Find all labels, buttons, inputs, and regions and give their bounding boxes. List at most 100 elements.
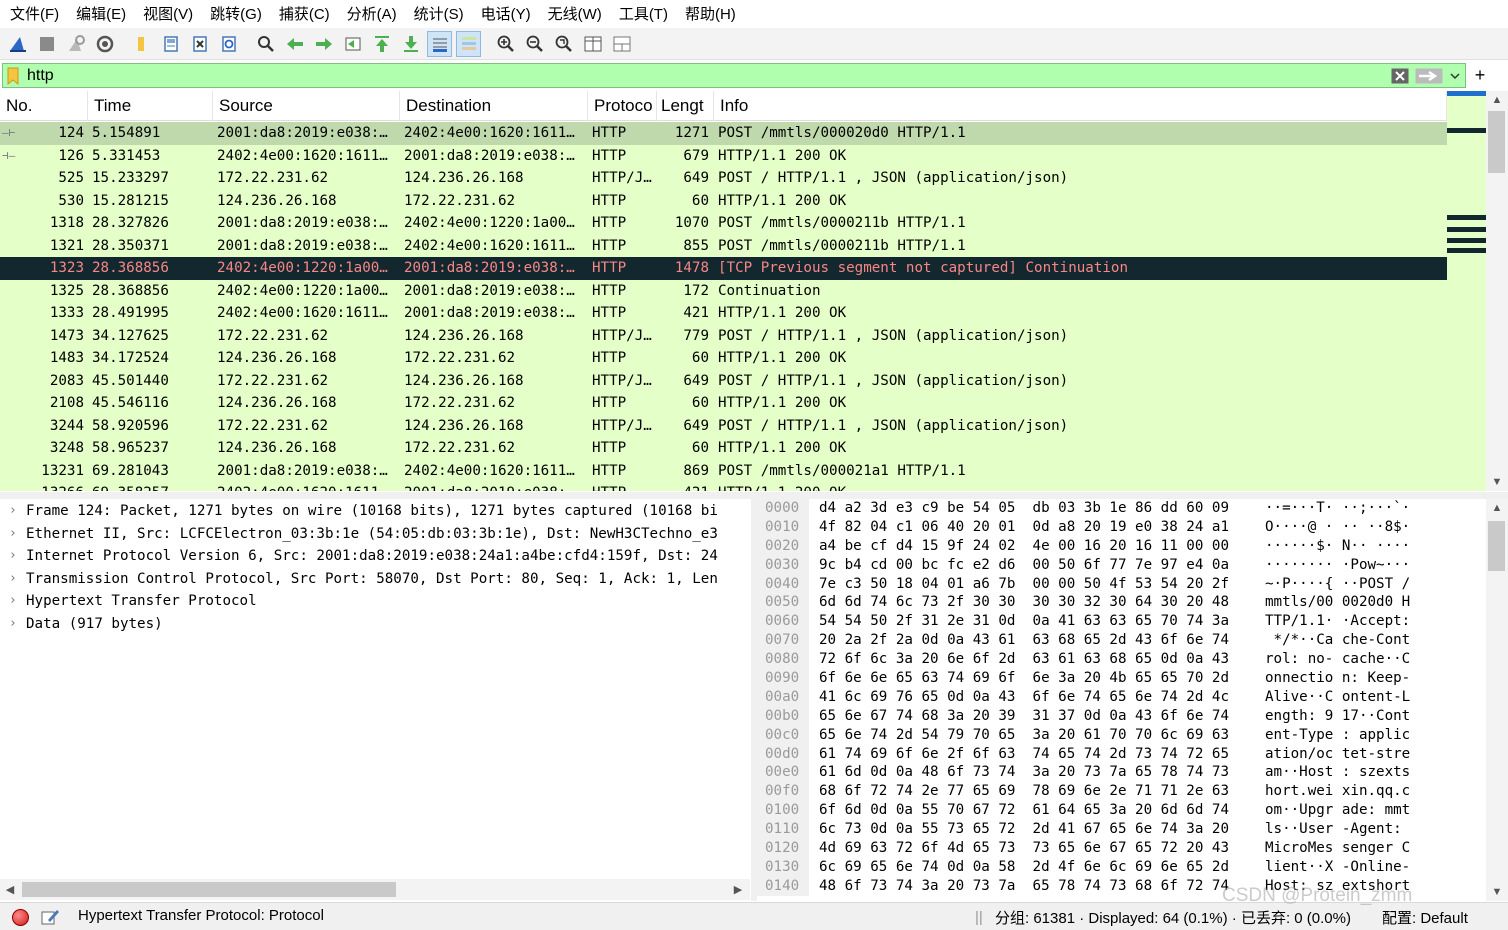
menu-item[interactable]: 帮助(H): [679, 3, 742, 24]
zoom-in-icon[interactable]: [493, 31, 518, 57]
hex-row[interactable]: 0020 a4 be cf d4 15 9f 24 02 4e 00 16 20 …: [757, 536, 1486, 556]
autoscroll-icon[interactable]: [427, 30, 452, 57]
hex-row[interactable]: 0040 7e c3 50 18 04 01 a6 7b 00 00 50 4f …: [757, 574, 1486, 594]
go-forward-icon[interactable]: [311, 31, 336, 57]
column-header-length[interactable]: Lengt: [657, 91, 714, 121]
scroll-down-icon[interactable]: ▼: [1486, 473, 1508, 491]
packet-row[interactable]: 2083 45.501440 172.22.231.62 124.236.26.168…: [0, 369, 1447, 392]
menu-item[interactable]: 电话(Y): [475, 3, 537, 24]
expand-chevron-icon[interactable]: ›: [0, 590, 26, 613]
packet-row[interactable]: 1473 34.127625 172.22.231.62 124.236.26.168…: [0, 324, 1447, 347]
packet-row[interactable]: 530 15.281215 124.236.26.168 172.22.231.62 H…: [0, 189, 1447, 212]
scrollbar-thumb[interactable]: [1488, 111, 1505, 173]
detail-tree-item[interactable]: › Data (917 bytes): [0, 613, 750, 636]
reload-file-icon[interactable]: [216, 31, 241, 57]
column-header-info[interactable]: Info: [714, 91, 1447, 121]
file-save-icon[interactable]: [158, 31, 183, 57]
hex-row[interactable]: 0120 4d 69 63 72 6f 4d 65 73 73 65 6e 67 …: [757, 839, 1486, 858]
menu-item[interactable]: 无线(W): [542, 3, 608, 24]
expert-info-icon[interactable]: [12, 909, 29, 926]
hex-row[interactable]: 00e0 61 6d 0d 0a 48 6f 73 74 3a 20 73 7a …: [757, 763, 1486, 783]
display-filter-input[interactable]: [23, 64, 1387, 87]
menu-item[interactable]: 跳转(G): [204, 3, 268, 24]
scrollbar-thumb[interactable]: [22, 882, 396, 897]
detail-tree-item[interactable]: › Hypertext Transfer Protocol: [0, 590, 750, 613]
go-to-packet-icon[interactable]: [340, 31, 365, 57]
column-header-source[interactable]: Source: [213, 91, 400, 121]
scroll-left-icon[interactable]: ◀: [1, 881, 19, 898]
column-header-protocol[interactable]: Protoco: [588, 91, 657, 121]
packet-row[interactable]: 525 15.233297 172.22.231.62 124.236.26.168 H…: [0, 167, 1447, 190]
menu-item[interactable]: 编辑(E): [70, 3, 132, 24]
packet-minimap[interactable]: [1447, 91, 1486, 491]
expand-chevron-icon[interactable]: ›: [0, 613, 26, 636]
column-header-no[interactable]: No.: [0, 91, 88, 121]
packet-row[interactable]: 1318 28.327826 2001:da8:2019:e038:… 2402:4e…: [0, 212, 1447, 235]
status-profile[interactable]: 配置: Default: [1382, 907, 1468, 928]
shark-fin-start-icon[interactable]: [5, 31, 30, 57]
detail-tree-item[interactable]: › Transmission Control Protocol, Src Port…: [0, 568, 750, 591]
find-packet-icon[interactable]: [253, 31, 278, 57]
go-back-icon[interactable]: [282, 31, 307, 57]
colorize-icon[interactable]: [456, 30, 481, 57]
packet-row[interactable]: 3244 58.920596 172.22.231.62 124.236.26.168…: [0, 414, 1447, 437]
packet-row[interactable]: 3248 58.965237 124.236.26.168 172.22.231.62…: [0, 437, 1447, 460]
hex-row[interactable]: 0030 9c b4 cd 00 bc fc e2 d6 00 50 6f 77 …: [757, 555, 1486, 575]
expand-chevron-icon[interactable]: ›: [0, 568, 26, 591]
packet-row[interactable]: 13231 69.281043 2001:da8:2019:e038:… 2402:4…: [0, 459, 1447, 482]
expand-chevron-icon[interactable]: ›: [0, 545, 26, 568]
hex-row[interactable]: 0000 d4 a2 3d e3 c9 be 54 05 db 03 3b 1e …: [757, 499, 1486, 518]
apply-filter-arrow-icon[interactable]: [1413, 64, 1445, 87]
add-filter-button-icon[interactable]: +: [1470, 64, 1490, 87]
menu-item[interactable]: 统计(S): [408, 3, 470, 24]
packet-row[interactable]: 2108 45.546116 124.236.26.168 172.22.231.62…: [0, 392, 1447, 415]
layout-icon[interactable]: [609, 31, 634, 57]
hex-row[interactable]: 0090 6f 6e 6e 65 63 74 69 6f 6e 3a 20 4b …: [757, 669, 1486, 688]
detail-tree-item[interactable]: › Frame 124: Packet, 1271 bytes on wire (…: [0, 500, 750, 523]
hex-row[interactable]: 0140 48 6f 73 74 3a 20 73 7a 65 78 74 73 …: [757, 876, 1486, 896]
packet-row[interactable]: 1325 28.368856 2402:4e00:1220:1a00… 2001:da…: [0, 279, 1447, 302]
packet-row[interactable]: 1333 28.491995 2402:4e00:1620:1611… 2001:da…: [0, 302, 1447, 325]
packet-row[interactable]: 1323 28.368856 2402:4e00:1220:1a00… 2001:da…: [0, 257, 1447, 280]
packet-row[interactable]: 1321 28.350371 2001:da8:2019:e038:… 2402:4e…: [0, 234, 1447, 257]
details-horizontal-scrollbar[interactable]: ◀ ▶: [0, 879, 750, 900]
zoom-reset-icon[interactable]: [551, 31, 576, 57]
capture-options-icon[interactable]: [92, 31, 117, 57]
stop-capture-icon[interactable]: [34, 31, 59, 57]
pane-splitter[interactable]: [0, 492, 1508, 499]
restart-capture-icon[interactable]: [63, 31, 88, 57]
menu-item[interactable]: 捕获(C): [273, 3, 336, 24]
hex-row[interactable]: 00a0 41 6c 69 76 65 0d 0a 43 6f 6e 74 65 …: [757, 687, 1486, 707]
hex-row[interactable]: 0060 54 54 50 2f 31 2e 31 0d 0a 41 63 63 …: [757, 612, 1486, 632]
go-first-icon[interactable]: [369, 31, 394, 57]
chevron-down-icon[interactable]: [1445, 64, 1465, 87]
column-header-time[interactable]: Time: [88, 91, 213, 121]
scroll-down-icon[interactable]: ▼: [1486, 883, 1508, 901]
detail-tree-item[interactable]: › Ethernet II, Src: LCFCElectron_03:3b:1e…: [0, 523, 750, 546]
scrollbar-thumb[interactable]: [1488, 521, 1505, 571]
packet-row[interactable]: ⊣— 126 5.331453 2402:4e00:1620:1611… 2001:da…: [0, 144, 1447, 167]
bookmark-icon[interactable]: [3, 64, 23, 87]
open-file-icon[interactable]: [129, 31, 154, 57]
zoom-out-icon[interactable]: [522, 31, 547, 57]
edit-comment-icon[interactable]: [40, 907, 60, 927]
packet-row[interactable]: —⊢ 124 5.154891 2001:da8:2019:e038:… 2402:4e…: [0, 122, 1447, 145]
hex-row[interactable]: 00c0 65 6e 74 2d 54 79 70 65 3a 20 61 70 …: [757, 725, 1486, 745]
packet-row[interactable]: 1483 34.172524 124.236.26.168 172.22.231.62…: [0, 347, 1447, 370]
packet-row[interactable]: 1326669.3582572402:4e00:1620:1611…2001:d…: [0, 482, 1447, 491]
go-last-icon[interactable]: [398, 31, 423, 57]
expand-chevron-icon[interactable]: ›: [0, 523, 26, 546]
menu-item[interactable]: 分析(A): [341, 3, 403, 24]
expand-chevron-icon[interactable]: ›: [0, 500, 26, 523]
menu-item[interactable]: 工具(T): [613, 3, 674, 24]
hex-row[interactable]: 00d0 61 74 69 6f 6e 2f 6f 63 74 65 74 2d …: [757, 744, 1486, 764]
clear-filter-icon[interactable]: [1387, 64, 1413, 87]
hex-row[interactable]: 0010 4f 82 04 c1 06 40 20 01 0d a8 20 19 …: [757, 517, 1486, 537]
hex-row[interactable]: 0070 20 2a 2f 2a 0d 0a 43 61 63 68 65 2d …: [757, 631, 1486, 651]
hex-row[interactable]: 0130 6c 69 65 6e 74 0d 0a 58 2d 4f 6e 6c …: [757, 857, 1486, 877]
menu-item[interactable]: 视图(V): [137, 3, 199, 24]
hex-row[interactable]: 0110 6c 73 0d 0a 55 73 65 72 2d 41 67 65 …: [757, 820, 1486, 840]
hex-row[interactable]: 00b0 65 6e 67 74 68 3a 20 39 31 37 0d 0a …: [757, 706, 1486, 726]
detail-tree-item[interactable]: › Internet Protocol Version 6, Src: 2001:…: [0, 545, 750, 568]
scroll-up-icon[interactable]: ▲: [1486, 499, 1508, 517]
